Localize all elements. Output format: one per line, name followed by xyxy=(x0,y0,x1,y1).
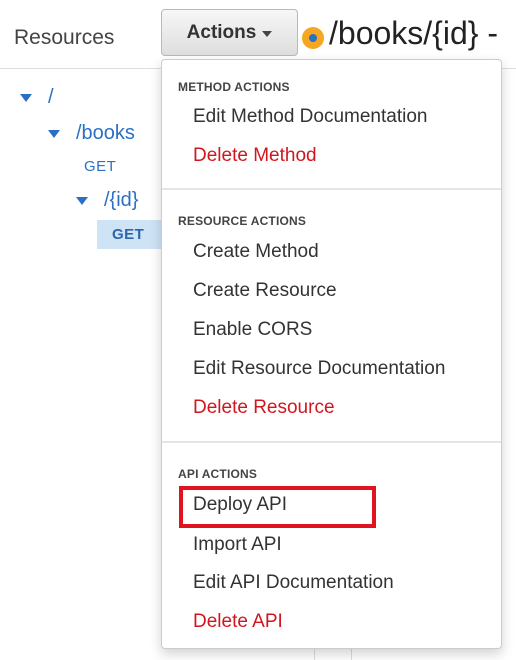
menu-item-import-api[interactable]: Import API xyxy=(193,534,282,556)
actions-button[interactable]: Actions xyxy=(161,9,298,56)
actions-dropdown-menu: METHOD ACTIONS Edit Method Documentation… xyxy=(161,59,502,649)
menu-divider xyxy=(162,188,501,190)
menu-item-create-resource[interactable]: Create Resource xyxy=(193,280,337,302)
menu-item-create-method[interactable]: Create Method xyxy=(193,241,319,263)
menu-item-delete-api[interactable]: Delete API xyxy=(193,611,283,633)
resource-status-icon xyxy=(302,27,324,49)
caret-down-icon[interactable] xyxy=(262,30,273,37)
tree-method-get-id[interactable]: GET xyxy=(97,220,161,249)
section-header-resource-actions: RESOURCE ACTIONS xyxy=(178,214,307,228)
caret-down-icon[interactable] xyxy=(76,196,88,205)
section-header-api-actions: API ACTIONS xyxy=(178,467,258,481)
tree-node-label[interactable]: /{id} xyxy=(104,189,138,212)
menu-divider xyxy=(162,441,501,443)
tree-node-id[interactable]: /{id} xyxy=(76,189,138,212)
caret-down-icon[interactable] xyxy=(20,93,32,102)
menu-item-edit-resource-documentation[interactable]: Edit Resource Documentation xyxy=(193,358,445,380)
page-title: /books/{id} - xyxy=(329,15,498,51)
menu-item-enable-cors[interactable]: Enable CORS xyxy=(193,319,312,341)
section-header-method-actions: METHOD ACTIONS xyxy=(178,80,290,94)
menu-item-delete-resource[interactable]: Delete Resource xyxy=(193,397,335,419)
caret-down-icon[interactable] xyxy=(48,129,60,138)
menu-item-edit-method-documentation[interactable]: Edit Method Documentation xyxy=(193,106,427,128)
tree-node-root[interactable]: / xyxy=(20,86,54,109)
actions-button-label[interactable]: Actions xyxy=(187,22,257,44)
resources-header: Resources xyxy=(14,26,115,49)
menu-item-delete-method[interactable]: Delete Method xyxy=(193,145,317,167)
menu-item-edit-api-documentation[interactable]: Edit API Documentation xyxy=(193,572,394,594)
tree-node-label[interactable]: /books xyxy=(76,122,135,145)
tree-method-get-books[interactable]: GET xyxy=(84,158,116,175)
tree-node-books[interactable]: /books xyxy=(48,122,135,145)
tree-node-label[interactable]: / xyxy=(48,86,54,109)
deploy-api-highlight-box xyxy=(179,486,376,528)
